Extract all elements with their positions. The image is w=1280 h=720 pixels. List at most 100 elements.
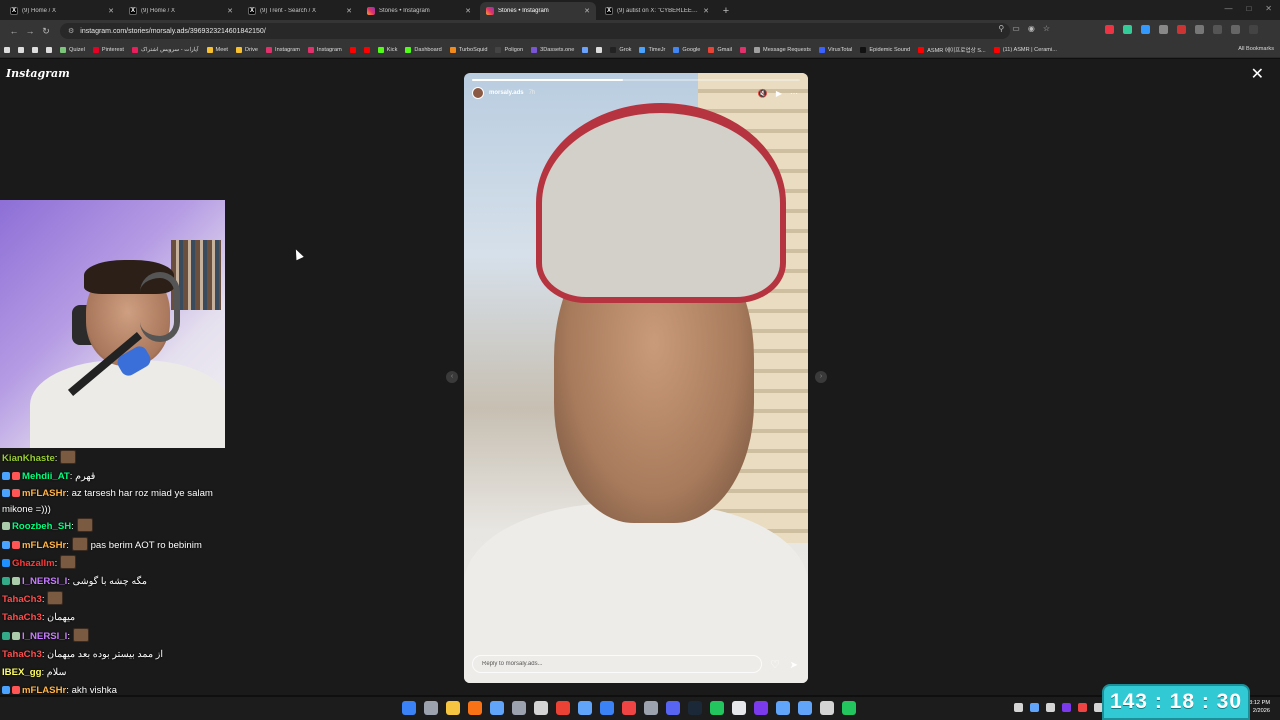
address-bar[interactable]: ⚙ instagram.com/stories/morsaly.ads/3969…	[60, 23, 1010, 39]
chat-username[interactable]: Mehdii_AT	[22, 471, 70, 482]
bookmark-item[interactable]	[363, 46, 370, 53]
taskbar-app-icon[interactable]	[842, 701, 856, 715]
chat-username[interactable]: I_NERSI_I	[22, 576, 67, 587]
tab-close-icon[interactable]: ✕	[584, 7, 590, 15]
bookmark-item[interactable]: ASMR 에이프로업상 S...	[918, 46, 986, 54]
chat-username[interactable]: TahaCh3	[2, 612, 42, 623]
tab-close-icon[interactable]: ✕	[346, 7, 352, 15]
reload-icon[interactable]: ↻	[38, 26, 54, 37]
taskbar-app-icon[interactable]	[512, 701, 526, 715]
taskbar-app-icon[interactable]	[820, 701, 834, 715]
play-icon[interactable]: ▶	[776, 89, 782, 98]
send-icon[interactable]: ➤	[790, 660, 798, 671]
bookmark-item[interactable]	[740, 46, 747, 53]
taskbar-app-icon[interactable]	[644, 701, 658, 715]
bookmark-item[interactable]: Epidemic Sound	[860, 46, 910, 53]
taskbar-app-icon[interactable]	[490, 701, 504, 715]
mute-icon[interactable]: 🔇	[758, 89, 768, 98]
extension-icon[interactable]	[1177, 25, 1186, 34]
bookmark-item[interactable]: Meet	[206, 46, 228, 53]
story-username[interactable]: morsaly.ads	[489, 90, 524, 96]
all-bookmarks-button[interactable]: All Bookmarks	[1238, 46, 1274, 52]
tray-icon[interactable]	[1014, 703, 1023, 712]
taskbar-app-icon[interactable]	[666, 701, 680, 715]
bookmark-item[interactable]: Quizel	[60, 46, 85, 53]
bookmark-item[interactable]: TimeJr	[639, 46, 665, 53]
bookmark-item[interactable]: 3Dassets.one	[531, 46, 574, 53]
extensions-puzzle-icon[interactable]	[1195, 25, 1204, 34]
more-options-icon[interactable]: ⋯	[790, 89, 798, 98]
previous-story-button[interactable]: ‹	[446, 371, 458, 383]
browser-tab[interactable]: X (9) Trent - Search / X ✕	[242, 2, 358, 20]
taskbar-app-icon[interactable]	[776, 701, 790, 715]
browser-tab[interactable]: X (9) Home / X ✕	[123, 2, 239, 20]
taskbar-app-icon[interactable]	[600, 701, 614, 715]
close-story-button[interactable]: ✕	[1251, 67, 1264, 83]
tab-close-icon[interactable]: ✕	[108, 7, 114, 15]
taskbar-app-icon[interactable]	[534, 701, 548, 715]
zoom-icon[interactable]: ⚲	[998, 24, 1004, 33]
chat-username[interactable]: mFLASHr	[22, 685, 66, 696]
bookmark-item[interactable]	[582, 46, 589, 53]
extension-icon[interactable]	[1141, 25, 1150, 34]
bookmark-item[interactable]: Drive	[235, 46, 258, 53]
chat-username[interactable]: IBEX_gg	[2, 667, 41, 678]
taskbar-app-icon[interactable]	[424, 701, 438, 715]
taskbar-app-icon[interactable]	[578, 701, 592, 715]
tray-icon[interactable]	[1062, 703, 1071, 712]
bookmark-item[interactable]: TurboSquid	[449, 46, 487, 53]
bookmark-item[interactable]: Grok	[610, 46, 631, 53]
chat-username[interactable]: Roozbeh_SH	[12, 521, 71, 532]
reply-input[interactable]	[482, 661, 742, 667]
chat-username[interactable]: I_NERSI_I	[22, 631, 67, 642]
bookmark-item[interactable]: Kick	[377, 46, 397, 53]
bookmark-item[interactable]: Poligon	[495, 46, 523, 53]
taskbar-app-icon[interactable]	[468, 701, 482, 715]
chat-username[interactable]: TahaCh3	[2, 649, 42, 660]
extension-icon[interactable]	[1123, 25, 1132, 34]
back-icon[interactable]: ←	[6, 26, 22, 36]
taskbar-app-icon[interactable]	[446, 701, 460, 715]
close-window-icon[interactable]: ✕	[1265, 4, 1272, 13]
downloads-icon[interactable]	[1213, 25, 1222, 34]
bookmark-star-icon[interactable]: ☆	[1043, 24, 1050, 33]
bookmark-item[interactable]	[18, 46, 24, 53]
eye-off-icon[interactable]: ◉	[1028, 24, 1035, 33]
cast-icon[interactable]: ▭	[1012, 24, 1020, 33]
bookmark-item[interactable]	[596, 46, 603, 53]
tray-icon[interactable]	[1046, 703, 1055, 712]
chat-username[interactable]: KianKhaste	[2, 453, 55, 464]
bookmark-item[interactable]: VirusTotal	[818, 46, 852, 53]
taskbar-app-icon[interactable]	[798, 701, 812, 715]
url-text[interactable]: instagram.com/stories/morsaly.ads/396932…	[80, 28, 265, 35]
forward-icon[interactable]: →	[22, 26, 38, 36]
bookmark-item[interactable]	[32, 46, 38, 53]
bookmark-item[interactable]	[349, 46, 356, 53]
browser-tab[interactable]: Stories • Instagram ✕	[480, 2, 596, 20]
maximize-icon[interactable]: □	[1246, 4, 1251, 13]
tab-close-icon[interactable]: ✕	[227, 7, 233, 15]
browser-tab[interactable]: Stories • Instagram ✕	[361, 2, 477, 20]
tab-close-icon[interactable]: ✕	[703, 7, 709, 15]
profile-icon[interactable]	[1231, 25, 1240, 34]
bookmark-item[interactable]: (11) ASMR | Cerami...	[993, 46, 1057, 53]
bookmark-item[interactable]: Dashboard	[405, 46, 442, 53]
avatar[interactable]	[472, 87, 484, 99]
taskbar-app-icon[interactable]	[710, 701, 724, 715]
browser-tab[interactable]: X (9) autist on X: "CYBERLEEX GT! ✕	[599, 2, 715, 20]
chat-username[interactable]: mFLASHr	[22, 488, 66, 499]
bookmark-item[interactable]	[46, 46, 52, 53]
chat-username[interactable]: TahaCh3	[2, 594, 42, 605]
story-media[interactable]: morsaly.ads 7h 🔇 ▶ ⋯ ♡ ➤	[464, 73, 808, 683]
site-info-icon[interactable]: ⚙	[68, 27, 74, 35]
bookmark-item[interactable]: Pinterest	[92, 46, 124, 53]
new-tab-icon[interactable]: +	[718, 2, 734, 20]
tray-icon[interactable]	[1078, 703, 1087, 712]
menu-icon[interactable]	[1249, 25, 1258, 34]
extension-icon[interactable]	[1105, 25, 1114, 34]
system-clock[interactable]: 3:12 PM 2/2026	[1249, 699, 1270, 715]
bookmark-item[interactable]: Instagram	[266, 46, 300, 53]
chat-username[interactable]: Ghazallm	[12, 558, 55, 569]
minimize-icon[interactable]: —	[1224, 4, 1232, 13]
taskbar-app-icon[interactable]	[622, 701, 636, 715]
